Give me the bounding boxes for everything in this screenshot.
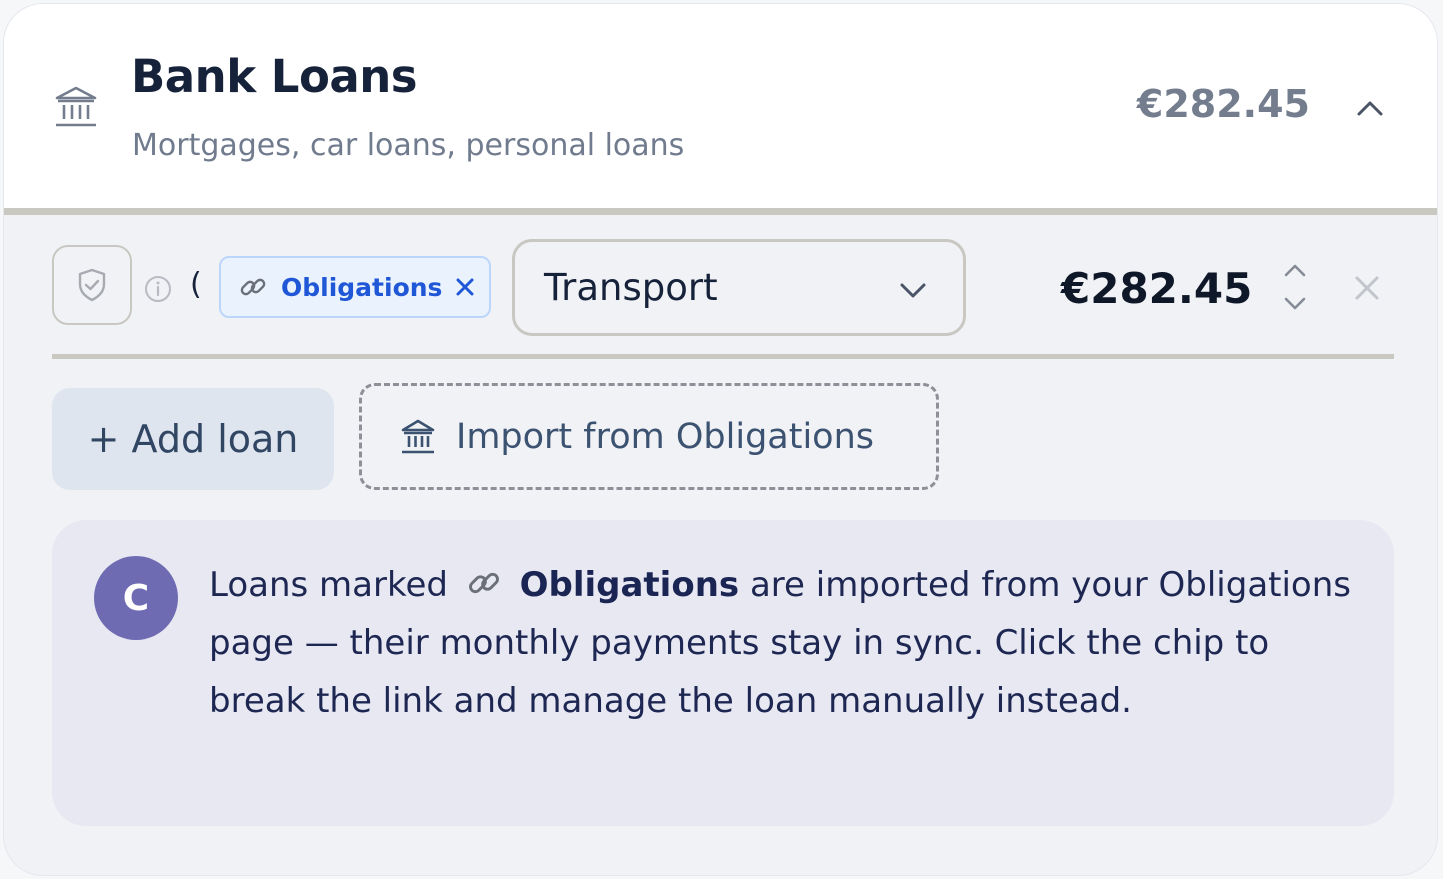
amount-stepper (1280, 257, 1310, 317)
note-text-before: Loans marked (209, 565, 448, 605)
remove-loan-button[interactable] (1352, 273, 1382, 303)
bank-icon (401, 419, 435, 453)
info-note: C Loans marked Obligations are imported … (52, 520, 1394, 826)
avatar: C (94, 556, 178, 640)
stepper-up-icon (1284, 264, 1306, 277)
stepper-up-button[interactable] (1280, 257, 1310, 283)
stepper-down-icon (1284, 297, 1306, 310)
link-icon (240, 278, 266, 296)
stepper-down-button[interactable] (1280, 291, 1310, 317)
truncated-loan-name: ( (190, 267, 202, 302)
add-loan-button[interactable]: + Add loan (52, 388, 334, 490)
category-value: Transport (544, 266, 718, 309)
row-divider (52, 354, 1394, 359)
obligations-link-chip[interactable]: Obligations (219, 256, 491, 318)
shield-check-icon (78, 268, 106, 302)
loan-row: ( Obligations Transport €282.45 (52, 237, 1394, 336)
info-icon[interactable] (144, 275, 172, 303)
collapse-button[interactable] (1350, 90, 1390, 126)
note-text-bold: Obligations (519, 565, 740, 605)
close-icon (1355, 276, 1379, 300)
section-header[interactable]: Bank Loans Mortgages, car loans, persona… (4, 4, 1437, 215)
chevron-up-icon (1357, 101, 1383, 116)
section-total: €282.45 (1136, 82, 1310, 126)
chip-label: Obligations (281, 272, 443, 302)
category-select[interactable]: Transport (512, 239, 966, 336)
protection-toggle[interactable] (52, 245, 132, 325)
link-icon (468, 572, 499, 594)
import-from-obligations-button[interactable]: Import from Obligations (359, 383, 939, 490)
chevron-down-icon (900, 283, 926, 298)
import-label: Import from Obligations (456, 416, 875, 457)
bank-loans-card: Bank Loans Mortgages, car loans, persona… (3, 3, 1438, 876)
section-subtitle: Mortgages, car loans, personal loans (132, 128, 685, 163)
section-title: Bank Loans (131, 50, 418, 103)
bank-icon (55, 86, 97, 127)
loan-amount: €282.45 (1061, 264, 1253, 313)
close-icon[interactable] (454, 276, 476, 298)
note-text: Loans marked Obligations are imported fr… (209, 556, 1369, 730)
